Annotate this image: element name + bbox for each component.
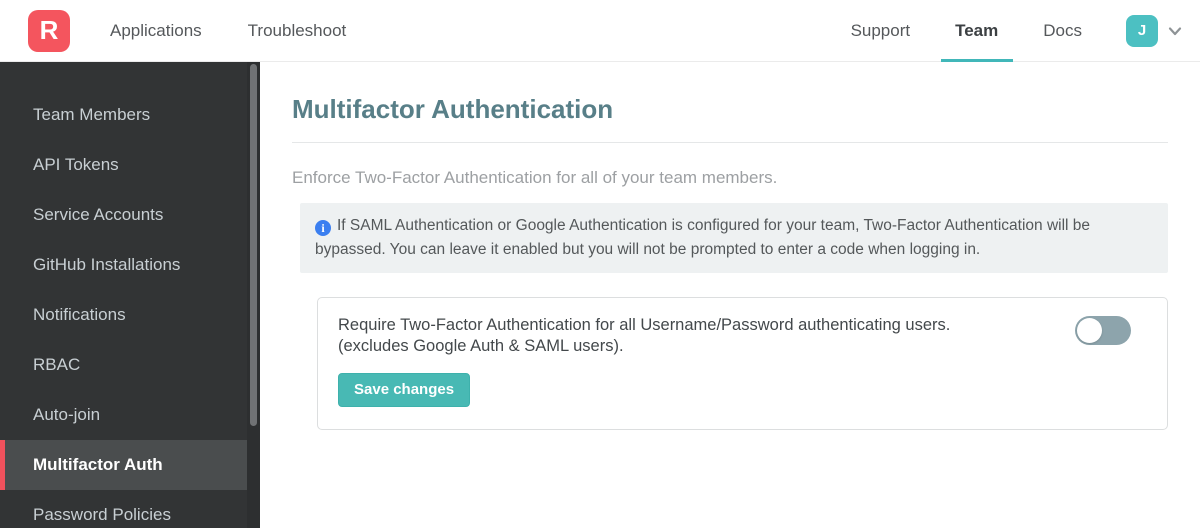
sidebar-item-password-policies[interactable]: Password Policies [0, 490, 260, 528]
sidebar-item-team-members[interactable]: Team Members [0, 90, 260, 140]
team-active-underline [940, 58, 1013, 62]
sidebar-item-service-accounts[interactable]: Service Accounts [0, 190, 260, 240]
main-content: Multifactor Authentication Enforce Two-F… [260, 62, 1200, 528]
toggle-knob [1077, 318, 1102, 344]
sidebar-item-rbac[interactable]: RBAC [0, 340, 260, 390]
save-changes-button[interactable]: Save changes [338, 373, 471, 408]
nav-item-docs[interactable]: Docs [1043, 0, 1082, 62]
nav-item-applications[interactable]: Applications [110, 21, 202, 41]
avatar-initial: J [1137, 22, 1147, 39]
page-description: Enforce Two-Factor Authentication for al… [292, 168, 778, 187]
primary-nav: Applications Troubleshoot [110, 21, 346, 41]
info-note: i If SAML Authentication or Google Authen… [300, 203, 1168, 274]
nav-item-troubleshoot[interactable]: Troubleshoot [248, 21, 347, 41]
sidebar-item-api-tokens[interactable]: API Tokens [0, 140, 260, 190]
nav-item-team[interactable]: Team [940, 0, 1013, 62]
sidebar-item-github-installations[interactable]: GitHub Installations [0, 240, 260, 290]
secondary-nav: Support Team Docs J [806, 0, 1200, 62]
sidebar-item-multifactor-auth[interactable]: Multifactor Auth [0, 440, 247, 490]
user-avatar[interactable]: J [1126, 14, 1158, 47]
settings-sidebar: Team Members API Tokens Service Accounts… [0, 62, 260, 528]
top-header: R Applications Troubleshoot Support Team… [0, 0, 1200, 62]
nav-item-support[interactable]: Support [851, 0, 911, 62]
page-title: Multifactor Authentication [292, 94, 614, 124]
info-note-text: If SAML Authentication or Google Authent… [315, 217, 1091, 259]
title-divider [292, 142, 1168, 143]
logo-letter: R [39, 15, 59, 45]
chevron-down-icon[interactable] [1165, 21, 1185, 41]
two-factor-setting-card: Require Two-Factor Authentication for al… [317, 297, 1168, 431]
sidebar-item-notifications[interactable]: Notifications [0, 290, 260, 340]
info-icon: i [315, 220, 331, 236]
nav-item-team-label: Team [955, 20, 999, 40]
sidebar-scrollbar-thumb[interactable] [250, 64, 257, 426]
setting-label-line1: Require Two-Factor Authentication for al… [338, 316, 951, 335]
two-factor-toggle[interactable] [1075, 316, 1131, 346]
setting-label: Require Two-Factor Authentication for al… [338, 315, 1147, 356]
setting-label-line2: (excludes Google Auth & SAML users). [338, 336, 624, 355]
rollbar-logo[interactable]: R [28, 9, 70, 52]
sidebar-item-auto-join[interactable]: Auto-join [0, 390, 260, 440]
